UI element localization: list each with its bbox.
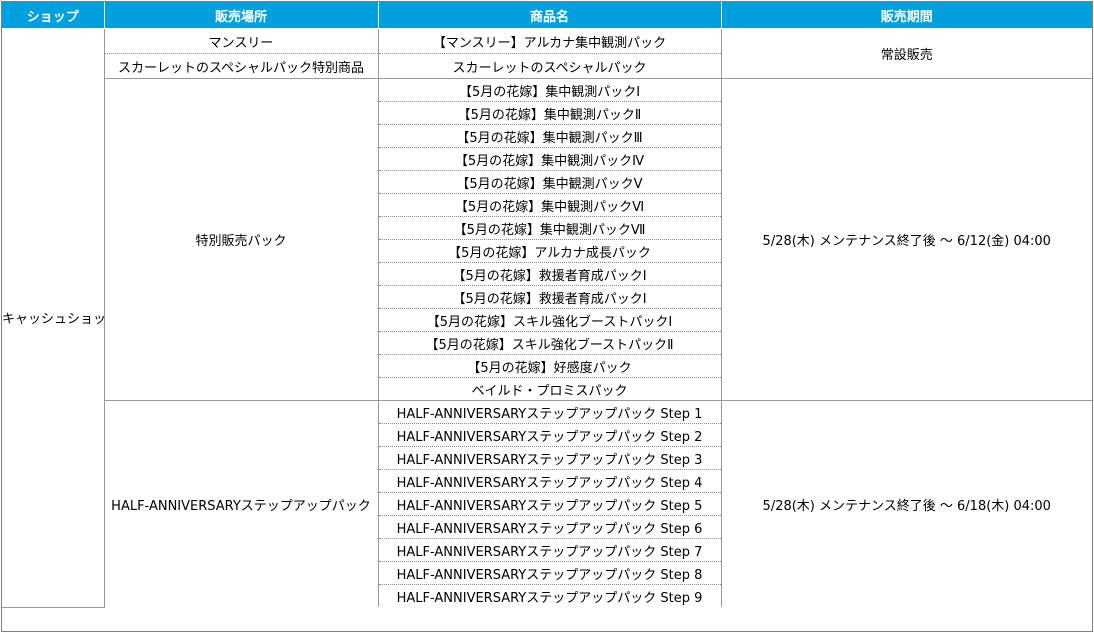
- product-cell: 【5月の花嫁】スキル強化ブーストパックⅠ: [377, 308, 722, 332]
- product-cell: HALF-ANNIVERSARYステップアップパック Step 8: [377, 561, 722, 585]
- product-cell: HALF-ANNIVERSARYステップアップパック Step 4: [377, 469, 722, 493]
- table-row: 特別販売パック 【5月の花嫁】集中観測パックⅠ 5/28(木) メンテナンス終了…: [2, 78, 1092, 401]
- header-location: 販売場所: [104, 2, 379, 29]
- location-cell: 特別販売パック: [103, 78, 379, 401]
- product-cell: 【5月の花嫁】アルカナ成長パック: [377, 239, 722, 263]
- product-cell: HALF-ANNIVERSARYステップアップパック Step 7: [377, 538, 722, 562]
- period-cell: 常設販売: [720, 28, 1092, 79]
- header-period: 販売期間: [721, 2, 1092, 29]
- header-shop: ショップ: [2, 2, 105, 29]
- product-cell: スカーレットのスペシャルパック: [377, 53, 722, 79]
- location-cell: HALF-ANNIVERSARYステップアップパック: [103, 400, 379, 607]
- product-cell: 【5月の花嫁】集中観測パックⅡ: [377, 101, 722, 125]
- product-cell: 【5月の花嫁】スキル強化ブーストパックⅡ: [377, 331, 722, 355]
- product-cell: HALF-ANNIVERSARYステップアップパック Step 5: [377, 492, 722, 516]
- product-cell: 【5月の花嫁】好感度パック: [377, 354, 722, 378]
- product-cell: 【5月の花嫁】集中観測パックⅤ: [377, 170, 722, 194]
- product-cell: 【5月の花嫁】集中観測パックⅥ: [377, 193, 722, 217]
- product-cell: 【5月の花嫁】救援者育成パックⅠ: [377, 285, 722, 309]
- product-cell: 【5月の花嫁】集中観測パックⅠ: [377, 78, 722, 102]
- product-cell: HALF-ANNIVERSARYステップアップパック Step 2: [377, 423, 722, 447]
- table-row: キャッシュショップ マンスリー 【マンスリー】アルカナ集中観測パック 常設販売: [2, 28, 1092, 608]
- product-cell: 【5月の花嫁】救援者育成パックⅠ: [377, 262, 722, 286]
- shop-cell: キャッシュショップ: [2, 28, 105, 608]
- product-cell: ベイルド・プロミスパック: [377, 377, 722, 401]
- sales-table-frame: ショップ 販売場所 商品名 販売期間 キャッシュショップ マンスリー 【マンスリ…: [1, 1, 1093, 632]
- product-cell: 【5月の花嫁】集中観測パックⅣ: [377, 147, 722, 171]
- header-product: 商品名: [378, 2, 722, 29]
- location-cell: スカーレットのスペシャルパック特別商品: [103, 53, 379, 79]
- header-row: ショップ 販売場所 商品名 販売期間: [2, 2, 1092, 29]
- table-row: HALF-ANNIVERSARYステップアップパック HALF-ANNIVERS…: [2, 400, 1092, 607]
- product-cell: 【マンスリー】アルカナ集中観測パック: [377, 28, 722, 54]
- period-cell: 5/28(木) メンテナンス終了後 ～ 6/12(金) 04:00: [720, 78, 1092, 401]
- location-cell: マンスリー: [103, 28, 379, 54]
- product-cell: HALF-ANNIVERSARYステップアップパック Step 9: [377, 584, 722, 607]
- sales-table: ショップ 販売場所 商品名 販売期間 キャッシュショップ マンスリー 【マンスリ…: [2, 2, 1092, 608]
- product-cell: HALF-ANNIVERSARYステップアップパック Step 3: [377, 446, 722, 470]
- period-cell: 5/28(木) メンテナンス終了後 ～ 6/18(木) 04:00: [720, 400, 1092, 607]
- product-cell: 【5月の花嫁】集中観測パックⅦ: [377, 216, 722, 240]
- product-cell: 【5月の花嫁】集中観測パックⅢ: [377, 124, 722, 148]
- product-cell: HALF-ANNIVERSARYステップアップパック Step 6: [377, 515, 722, 539]
- product-cell: HALF-ANNIVERSARYステップアップパック Step 1: [377, 400, 722, 424]
